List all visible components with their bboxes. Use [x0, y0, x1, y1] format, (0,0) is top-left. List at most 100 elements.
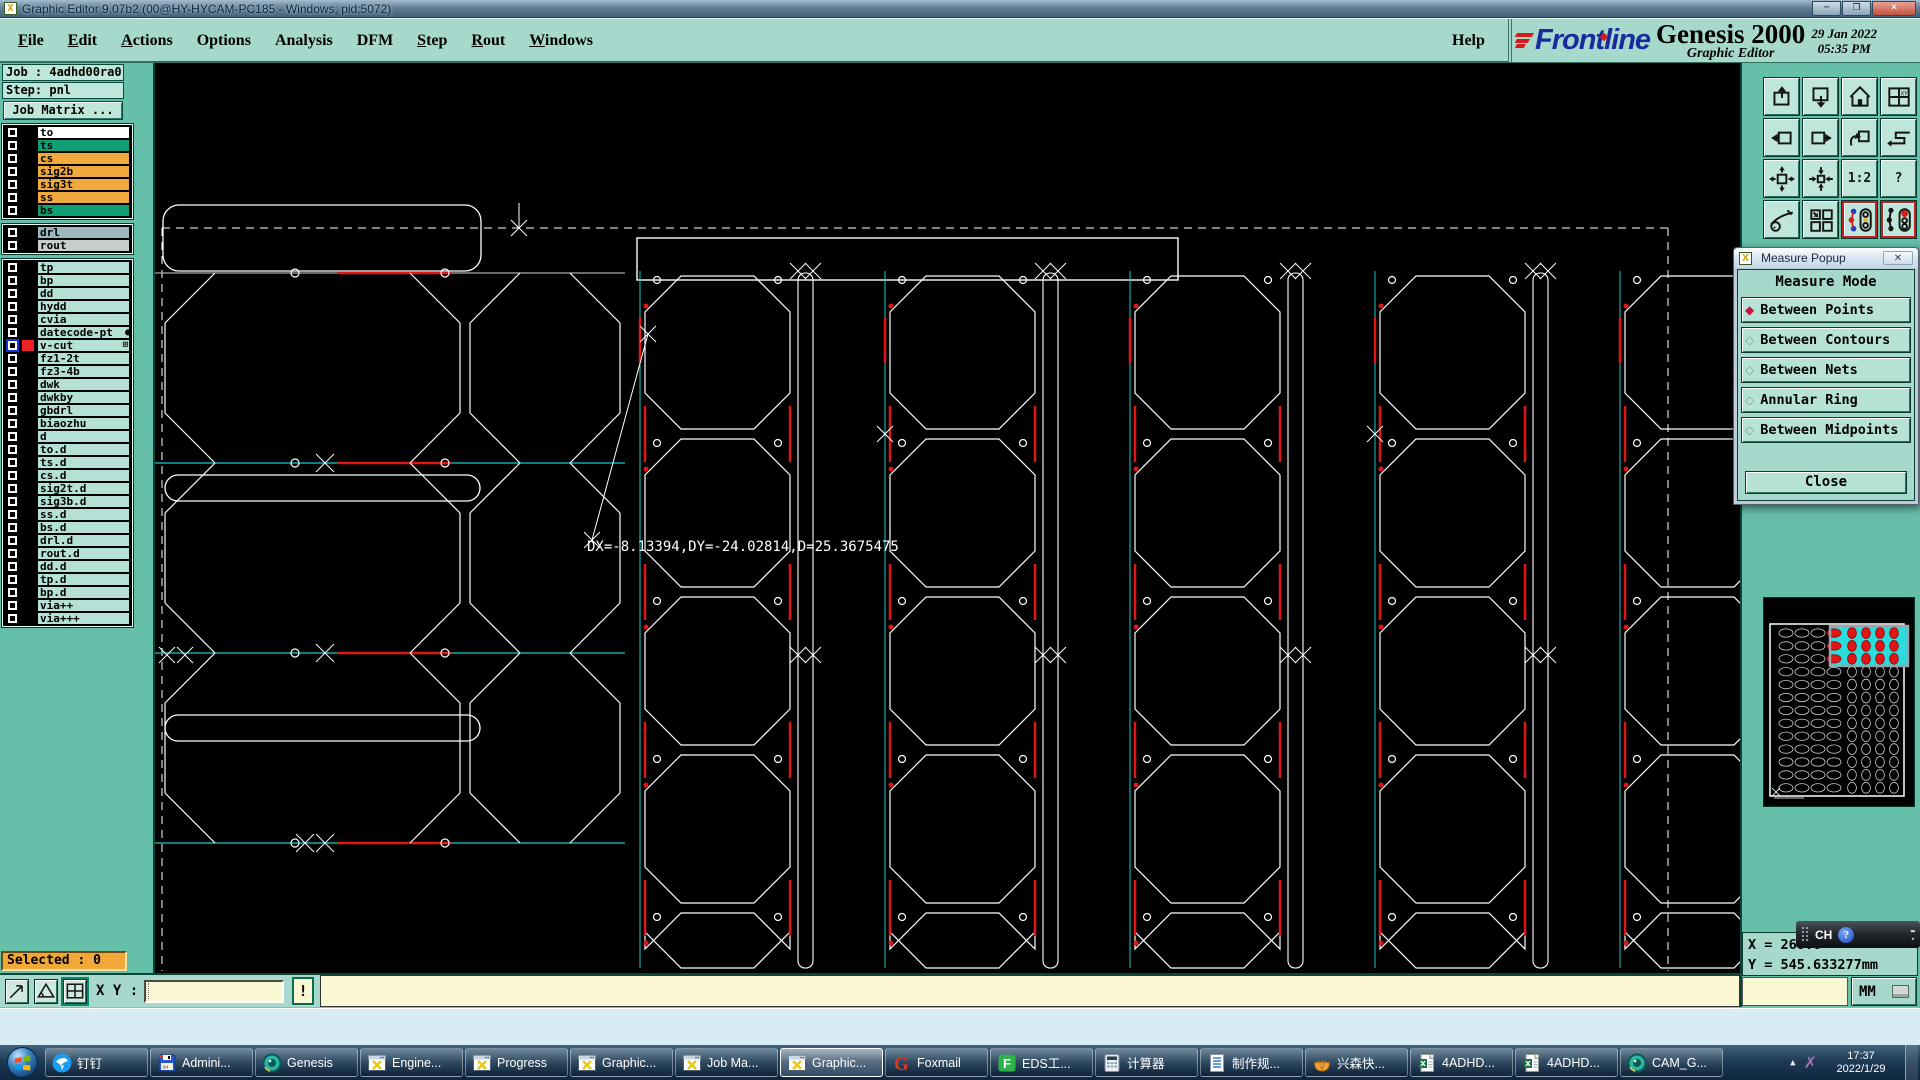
layer-row-via++[interactable]: via++ [4, 599, 131, 612]
drag-grip-icon[interactable] [1801, 926, 1809, 943]
pan-right-button[interactable] [1802, 118, 1839, 157]
layer-row-to[interactable]: to [4, 126, 131, 139]
xy-window-button[interactable]: XY [1880, 77, 1917, 116]
undo-view-button[interactable] [1841, 118, 1878, 157]
menu-actions[interactable]: Actions [109, 32, 185, 50]
measure-option-between-points[interactable]: ◆ Between Points [1741, 297, 1911, 323]
taskbar-item-10[interactable]: 计算器 [1095, 1048, 1198, 1077]
popup-close-button[interactable]: Close [1745, 471, 1907, 494]
menu-dfm[interactable]: DFM [345, 32, 405, 50]
measure-option-annular-ring[interactable]: ◇ Annular Ring [1741, 387, 1911, 413]
taskbar-item-6[interactable]: Job Ma... [675, 1048, 778, 1077]
pcb-canvas[interactable]: DX=-8.13394,DY=-24.02814,D=25.3675475 [155, 63, 1802, 973]
layer-row-tp[interactable]: tp [4, 261, 131, 274]
layer-row-ss[interactable]: ss [4, 191, 131, 204]
taskbar-item-0[interactable]: 钉钉 [45, 1048, 148, 1077]
layer-row-d[interactable]: d [4, 430, 131, 443]
close-button[interactable]: ✕ [1872, 1, 1916, 16]
layer-checkbox-sig2t.d[interactable] [8, 484, 17, 493]
menu-rout[interactable]: Rout [459, 32, 517, 50]
job-matrix-button[interactable]: Job Matrix ... [3, 101, 123, 120]
layer-checkbox-drl[interactable] [8, 228, 17, 237]
layer-checkbox-v-cut[interactable] [6, 339, 19, 352]
layer-row-rout.d[interactable]: rout.d [4, 547, 131, 560]
taskbar-item-13[interactable]: 4ADHD... [1410, 1048, 1513, 1077]
layer-checkbox-fz1-2t[interactable] [8, 354, 17, 363]
menu-options[interactable]: Options [185, 32, 263, 50]
home-view-button[interactable] [1841, 77, 1878, 116]
language-bar-controls[interactable]: ▬ ▾ [1911, 927, 1915, 943]
paste-down-button[interactable] [1802, 77, 1839, 116]
layer-checkbox-ss.d[interactable] [8, 510, 17, 519]
layer-row-ts.d[interactable]: ts.d [4, 456, 131, 469]
language-label[interactable]: CH [1815, 928, 1832, 942]
layer-checkbox-bp[interactable] [8, 276, 17, 285]
scale-1-2-button[interactable]: 1:2 [1841, 159, 1878, 198]
tray-expand-icon[interactable]: ▲ [1790, 1058, 1795, 1068]
layer-checkbox-cvia[interactable] [8, 315, 17, 324]
tray-app-icon[interactable]: ✗ [1804, 1053, 1817, 1072]
layer-checkbox-dd.d[interactable] [8, 562, 17, 571]
layer-checkbox-gbdrl[interactable] [8, 406, 17, 415]
layer-row-tp.d[interactable]: tp.d [4, 573, 131, 586]
menu-windows[interactable]: Windows [517, 32, 605, 50]
expand-view-button[interactable] [1763, 159, 1800, 198]
layer-row-dwkby[interactable]: dwkby [4, 391, 131, 404]
layer-checkbox-tp[interactable] [8, 263, 17, 272]
taskbar-item-7[interactable]: Graphic... [780, 1048, 883, 1077]
measure-option-between-contours[interactable]: ◇ Between Contours [1741, 327, 1911, 353]
layer-row-fz3-4b[interactable]: fz3-4b [4, 365, 131, 378]
panel-overview-map[interactable] [1763, 597, 1915, 807]
taskbar-item-12[interactable]: 兴森快... [1305, 1048, 1408, 1077]
layer-checkbox-rout.d[interactable] [8, 549, 17, 558]
layer-checkbox-rout[interactable] [8, 241, 17, 250]
layer-row-sig3b.d[interactable]: sig3b.d [4, 495, 131, 508]
net-highlight-button[interactable] [1841, 200, 1878, 239]
measure-option-between-midpoints[interactable]: ◇ Between Midpoints [1741, 417, 1911, 443]
layer-checkbox-d[interactable] [8, 432, 17, 441]
layer-row-via+++[interactable]: via+++ [4, 612, 131, 625]
taskbar-item-9[interactable]: F EDS工... [990, 1048, 1093, 1077]
layer-row-fz1-2t[interactable]: fz1-2t [4, 352, 131, 365]
layer-checkbox-drl.d[interactable] [8, 536, 17, 545]
layer-row-hydd[interactable]: hydd [4, 300, 131, 313]
layer-checkbox-sig2b[interactable] [8, 167, 17, 176]
layer-row-dd[interactable]: dd [4, 287, 131, 300]
layer-checkbox-biaozhu[interactable] [8, 419, 17, 428]
layer-row-datecode-pt[interactable]: datecode-pt ● [4, 326, 131, 339]
taskbar-item-3[interactable]: Engine... [360, 1048, 463, 1077]
layer-row-drl[interactable]: drl [4, 226, 131, 239]
layer-checkbox-ss[interactable] [8, 193, 17, 202]
layer-checkbox-cs[interactable] [8, 154, 17, 163]
layer-row-drl.d[interactable]: drl.d [4, 534, 131, 547]
layer-row-biaozhu[interactable]: biaozhu [4, 417, 131, 430]
layer-checkbox-to.d[interactable] [8, 445, 17, 454]
menu-step[interactable]: Step [405, 32, 459, 50]
taskbar-item-14[interactable]: 4ADHD... [1515, 1048, 1618, 1077]
layer-row-ts[interactable]: ts [4, 139, 131, 152]
layer-row-dd.d[interactable]: dd.d [4, 560, 131, 573]
layer-row-bs[interactable]: bs [4, 204, 131, 217]
start-button[interactable] [4, 1046, 40, 1080]
pan-left-button[interactable] [1763, 118, 1800, 157]
layer-checkbox-bs[interactable] [8, 206, 17, 215]
layer-row-rout[interactable]: rout [4, 239, 131, 252]
layer-row-gbdrl[interactable]: gbdrl [4, 404, 131, 417]
language-help-icon[interactable]: ? [1838, 926, 1855, 943]
layer-checkbox-via+++[interactable] [8, 614, 17, 623]
net-compare-button[interactable] [1880, 200, 1917, 239]
xy-input[interactable] [144, 979, 285, 1003]
layer-checkbox-bp.d[interactable] [8, 588, 17, 597]
measure-popup-titlebar[interactable]: X Measure Popup ✕ [1734, 248, 1918, 268]
layer-checkbox-ts.d[interactable] [8, 458, 17, 467]
menu-analysis[interactable]: Analysis [263, 32, 345, 50]
taskbar-item-5[interactable]: Graphic... [570, 1048, 673, 1077]
layer-checkbox-dd[interactable] [8, 289, 17, 298]
layer-row-sig2b[interactable]: sig2b [4, 165, 131, 178]
layer-checkbox-dwk[interactable] [8, 380, 17, 389]
layer-row-to.d[interactable]: to.d [4, 443, 131, 456]
taskbar-item-8[interactable]: G Foxmail [885, 1048, 988, 1077]
layer-row-sig2t.d[interactable]: sig2t.d [4, 482, 131, 495]
layer-row-bs.d[interactable]: bs.d [4, 521, 131, 534]
paste-up-button[interactable] [1763, 77, 1800, 116]
